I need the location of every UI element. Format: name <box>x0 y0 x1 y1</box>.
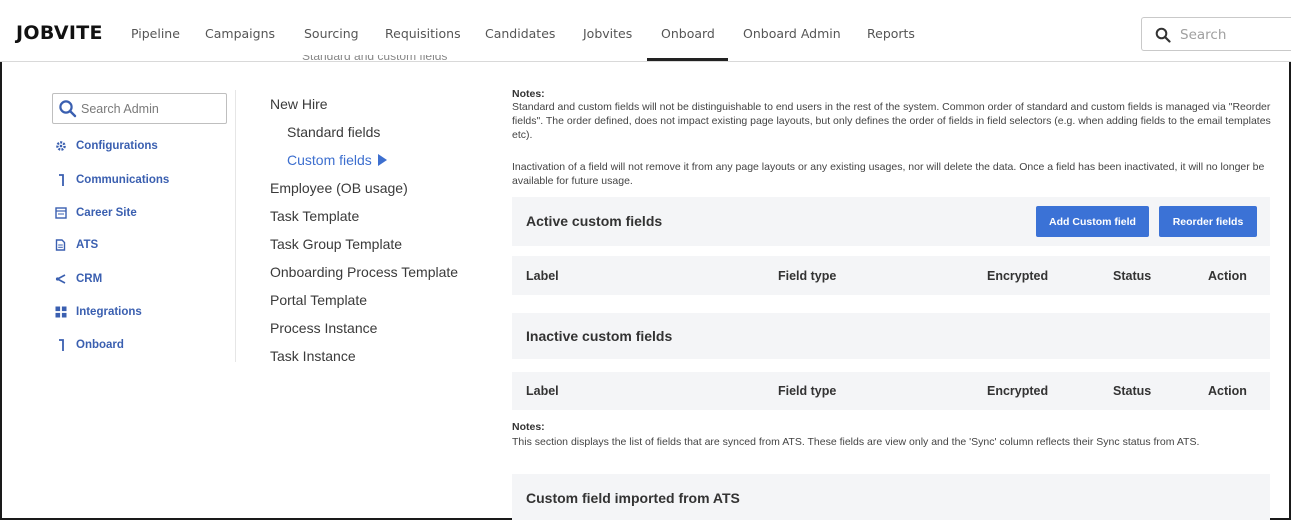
table-header-row: Label Field type Encrypted Status Action <box>512 256 1270 295</box>
tree-item-task-template[interactable]: Task Template <box>270 208 359 224</box>
notes-paragraph: Inactivation of a field will not remove … <box>512 161 1265 187</box>
document-icon <box>54 239 67 252</box>
imported-fields-header: Custom field imported from ATS <box>512 474 1270 520</box>
grid-icon <box>54 306 67 319</box>
column-header-action[interactable]: Action <box>1208 269 1247 283</box>
sidebar-item-crm[interactable]: CRM <box>54 270 102 288</box>
search-icon <box>59 100 77 118</box>
column-header-action[interactable]: Action <box>1208 384 1247 398</box>
nav-pipeline[interactable]: Pipeline <box>131 26 180 41</box>
tree-item-custom-fields[interactable]: Custom fields <box>287 152 387 168</box>
tree-item-process-instance[interactable]: Process Instance <box>270 320 377 336</box>
bracket-icon <box>54 173 67 187</box>
nav-candidates[interactable]: Candidates <box>485 26 555 41</box>
sidebar-divider <box>235 90 236 362</box>
notes-paragraph: Standard and custom fields will not be d… <box>512 101 1271 141</box>
tree-item-onboarding-process-template[interactable]: Onboarding Process Template <box>270 264 458 280</box>
global-search-input[interactable]: Search <box>1141 17 1291 51</box>
search-icon <box>1155 27 1171 43</box>
notes-paragraph: This section displays the list of fields… <box>512 436 1200 448</box>
table-header-row: Label Field type Encrypted Status Action <box>512 372 1270 410</box>
sidebar-item-communications[interactable]: Communications <box>54 171 169 189</box>
nav-requisitions[interactable]: Requisitions <box>385 26 461 41</box>
tree-item-label: Custom fields <box>287 152 372 168</box>
sidebar-item-onboard[interactable]: Onboard <box>54 336 124 354</box>
caret-right-icon <box>377 154 387 166</box>
tree-item-new-hire[interactable]: New Hire <box>270 96 328 112</box>
nav-onboard[interactable]: Onboard <box>661 26 715 41</box>
inactive-fields-header: Inactive custom fields <box>512 313 1270 359</box>
column-header-status[interactable]: Status <box>1113 384 1151 398</box>
active-fields-header: Active custom fields <box>512 197 1270 246</box>
jobvite-logo[interactable]: JOBVITE <box>16 22 103 44</box>
tree-item-task-instance[interactable]: Task Instance <box>270 348 356 364</box>
reorder-fields-button[interactable]: Reorder fields <box>1159 206 1257 237</box>
column-header-label[interactable]: Label <box>526 269 559 283</box>
notes-title: Notes: <box>512 421 545 433</box>
sidebar-item-configurations[interactable]: Configurations <box>54 137 158 155</box>
top-navigation: JOBVITE Pipeline Campaigns Sourcing Requ… <box>0 0 1291 62</box>
nav-campaigns[interactable]: Campaigns <box>205 26 275 41</box>
section-title: Active custom fields <box>526 213 663 229</box>
tree-item-employee[interactable]: Employee (OB usage) <box>270 180 408 196</box>
bracket-icon <box>54 338 67 352</box>
column-header-field-type[interactable]: Field type <box>778 384 836 398</box>
admin-search-input[interactable]: Search Admin <box>52 93 227 124</box>
section-title: Custom field imported from ATS <box>526 490 740 506</box>
nav-sourcing[interactable]: Sourcing <box>304 26 359 41</box>
tree-item-portal-template[interactable]: Portal Template <box>270 292 367 308</box>
column-header-encrypted[interactable]: Encrypted <box>987 384 1048 398</box>
section-title: Inactive custom fields <box>526 328 673 344</box>
column-header-field-type[interactable]: Field type <box>778 269 836 283</box>
gear-icon <box>54 140 67 153</box>
tree-item-standard-fields[interactable]: Standard fields <box>287 124 380 140</box>
sidebar-item-integrations[interactable]: Integrations <box>54 303 142 321</box>
share-icon <box>54 273 67 286</box>
admin-search-placeholder: Search Admin <box>81 102 159 116</box>
sidebar-item-career-site[interactable]: Career Site <box>54 204 137 222</box>
column-header-encrypted[interactable]: Encrypted <box>987 269 1048 283</box>
nav-jobvites[interactable]: Jobvites <box>583 26 632 41</box>
breadcrumb-remnant: Standard and custom fields <box>302 55 448 63</box>
browser-icon <box>54 207 67 220</box>
nav-onboard-admin[interactable]: Onboard Admin <box>743 26 841 41</box>
nav-reports[interactable]: Reports <box>867 26 915 41</box>
search-placeholder: Search <box>1180 27 1227 43</box>
tree-item-task-group-template[interactable]: Task Group Template <box>270 236 402 252</box>
column-header-status[interactable]: Status <box>1113 269 1151 283</box>
sidebar-item-ats[interactable]: ATS <box>54 236 98 254</box>
active-tab-indicator <box>647 58 728 61</box>
notes-title: Notes: <box>512 88 545 100</box>
column-header-label[interactable]: Label <box>526 384 559 398</box>
add-custom-field-button[interactable]: Add Custom field <box>1036 206 1149 237</box>
